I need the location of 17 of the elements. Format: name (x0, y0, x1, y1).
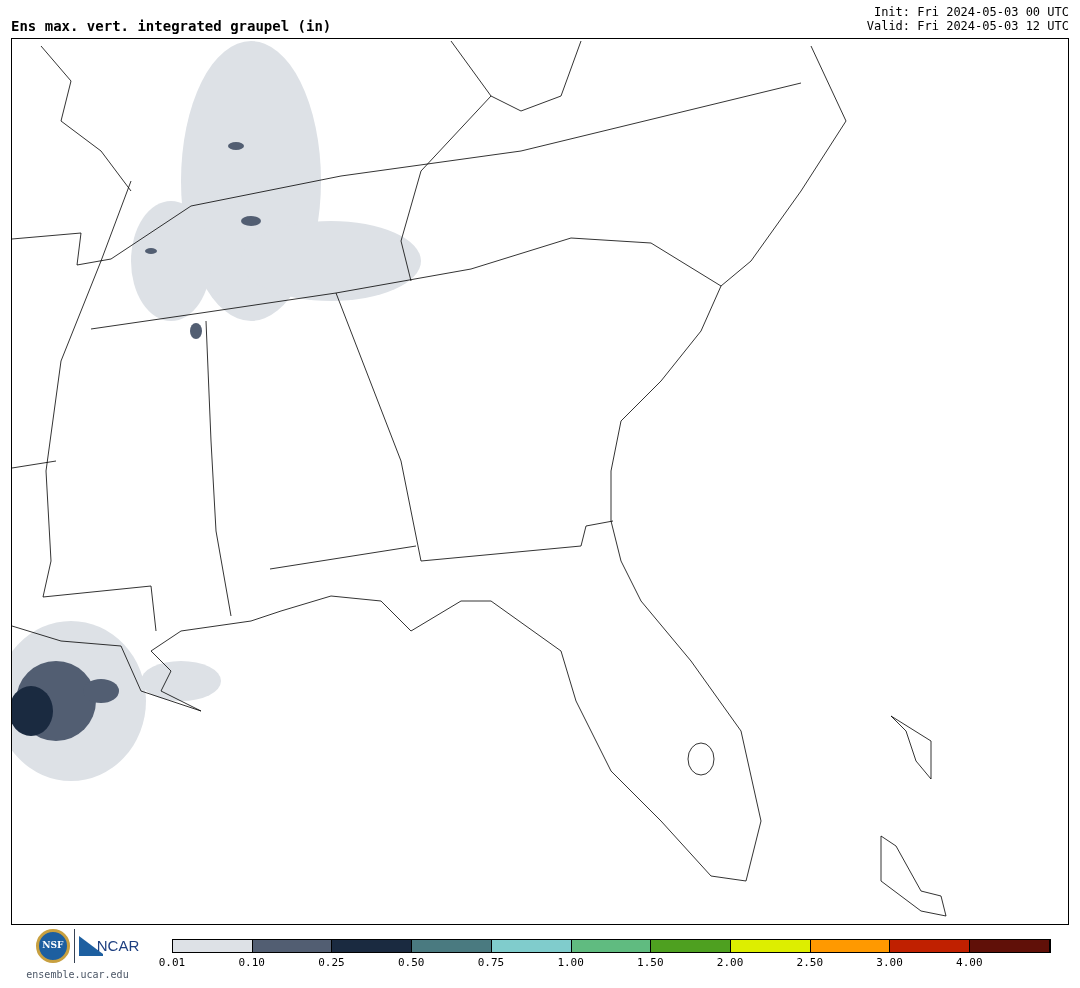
colorbar-label: 4.00 (956, 955, 983, 971)
chart-title: Ens max. vert. integrated graupel (in) (11, 19, 332, 33)
colorbar-label: 2.00 (716, 955, 744, 971)
valid-time: Valid: Fri 2024-05-03 12 UTC (866, 19, 1069, 33)
site-url: ensemble.ucar.edu (26, 968, 129, 982)
nsf-logo: NSF (35, 929, 70, 963)
colorbar-label: 1.50 (637, 955, 664, 971)
colorbar-label: 1.00 (557, 955, 584, 971)
colorbar-label: 0.10 (238, 955, 265, 971)
colorbar-label: 0.01 (158, 955, 186, 971)
colorbar-label: 0.75 (477, 955, 505, 971)
colorbar-label: 2.50 (796, 955, 824, 971)
ncar-logo: NCAR (96, 935, 140, 956)
colorbar-label: 3.00 (876, 955, 903, 971)
colorbar-label: 0.50 (397, 955, 425, 971)
init-time: Init: Fri 2024-05-03 00 UTC (873, 5, 1069, 19)
colorbar-label: 0.25 (318, 955, 345, 971)
